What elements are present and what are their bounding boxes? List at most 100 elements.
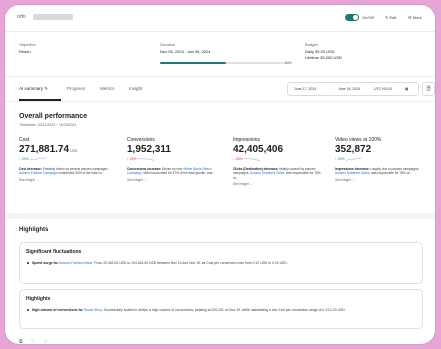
metric-value: 271,881.74USD bbox=[19, 144, 117, 155]
bullet-strong: Spend surge for bbox=[32, 261, 58, 265]
campaign-name-redacted bbox=[33, 14, 73, 20]
duration-value: Nov 05, 2024 - Jan 05, 2024 bbox=[160, 49, 211, 54]
budget-daily: Daily 35.00 USD bbox=[305, 49, 335, 54]
metric-description: Cost decrease: Primarily driven by sever… bbox=[19, 167, 111, 176]
more-button[interactable]: ☰ More bbox=[408, 15, 422, 20]
objective-block: Objective Reach bbox=[19, 42, 36, 54]
tab-metrics[interactable]: Metrics bbox=[100, 86, 115, 91]
card-bullet: High volume of conversions for 'Boost Sh… bbox=[27, 308, 412, 313]
sparkline-icon bbox=[29, 157, 46, 161]
timezone: UTC+00:00 bbox=[374, 87, 392, 91]
change-text: ↓ 24% bbox=[233, 157, 243, 161]
duration-progress-percent: 51% bbox=[285, 61, 293, 65]
date-separator: - bbox=[330, 87, 332, 91]
change-text: ↑ 24% bbox=[19, 157, 29, 161]
sparkline-icon bbox=[243, 157, 260, 161]
metric-change: ↑ 24% bbox=[19, 157, 117, 161]
campaign-link[interactable]: Autumn Fashion Campaign bbox=[19, 171, 58, 175]
copy-icon[interactable]: ⧉ bbox=[19, 339, 23, 344]
edit-button[interactable]: ✎ Edit bbox=[385, 15, 396, 20]
bullet-dot bbox=[27, 262, 29, 264]
see-insight-link[interactable]: See insight → bbox=[335, 178, 433, 182]
desc-tail: contributed 30% of the total co... bbox=[58, 171, 105, 176]
edit-label: Edit bbox=[389, 15, 397, 20]
toggle-label: On/Off bbox=[362, 15, 374, 20]
sparkline-icon bbox=[137, 157, 154, 161]
bullet-text: Successfully scaled to deliver a high vo… bbox=[103, 308, 346, 312]
campaign-link[interactable]: Autumn Sneakers Sales, bbox=[250, 171, 285, 175]
duration-progress-bar bbox=[160, 62, 290, 64]
date-end: June 18, 2024 bbox=[338, 87, 361, 91]
duration-block: Duration Nov 05, 2024 - Jan 05, 2024 bbox=[160, 42, 210, 54]
toggle-knob bbox=[353, 15, 358, 20]
desc-tail: was responsible for 78% of... bbox=[370, 171, 412, 176]
metric-change: ↓ 24% bbox=[233, 157, 331, 161]
tab-bar: AI summary ✎ Progress Metrics Insight Ju… bbox=[5, 77, 435, 102]
active-tab-indicator bbox=[19, 99, 61, 101]
see-insight-link[interactable]: See insight → bbox=[127, 178, 225, 182]
metric-impressions: Impressions 42,405,406 ↓ 24% Clicks (Des… bbox=[233, 137, 331, 186]
highlights-title: Highlights bbox=[19, 227, 49, 233]
desc-tail: which accounted for 37% of the total gro… bbox=[143, 171, 215, 176]
bullet-dot bbox=[27, 309, 29, 311]
export-icon[interactable]: 🗎 bbox=[422, 82, 435, 96]
budget-label: Budget bbox=[305, 42, 318, 47]
thumbs-up-icon[interactable]: ♡ bbox=[31, 339, 35, 344]
objective-value: Reach bbox=[19, 49, 31, 54]
metric-cost: Cost 271,881.74USD ↑ 24% Cost decrease: … bbox=[19, 137, 117, 182]
metric-unit: USD bbox=[70, 149, 78, 153]
metric-description: Conversions increase: Driven by new Wint… bbox=[127, 167, 219, 176]
metric-label: Conversions bbox=[127, 137, 155, 143]
change-text: ↓ 24% bbox=[127, 157, 137, 161]
budget-lifetime: Lifetime 35,000 USD bbox=[305, 55, 342, 60]
top-bar: orfo On/Off ✎ Edit ☰ More bbox=[5, 5, 435, 32]
bullet-strong: High volume of conversions for bbox=[32, 308, 83, 312]
see-insight-link[interactable]: See insight → bbox=[19, 178, 117, 182]
metric-value: 1,952,311 bbox=[127, 144, 171, 155]
performance-timeframe: Timeframe: 10/21/2024 ~ 11/03/2024 bbox=[19, 123, 77, 127]
metric-video-views: Video views at 100% 352,872 ↑ 24% Impres… bbox=[335, 137, 433, 182]
metric-description: Impressions decrease: Largely due to pau… bbox=[335, 167, 427, 176]
duration-label: Duration bbox=[160, 42, 176, 47]
see-insight-link[interactable]: See insight → bbox=[233, 182, 331, 186]
metric-change: ↑ 24% bbox=[335, 157, 433, 161]
metric-label: Cost bbox=[19, 137, 30, 143]
thumbs-down-icon[interactable]: ♢ bbox=[43, 339, 47, 344]
objective-label: Objective bbox=[19, 42, 36, 47]
campaign-link[interactable]: Autumn Fashion Wear: bbox=[59, 261, 94, 265]
duration-progress-fill bbox=[160, 62, 227, 64]
more-label: More bbox=[412, 15, 422, 20]
metric-description: Clicks (Destination) decrease: Mainly ca… bbox=[233, 167, 325, 180]
metric-change: ↓ 24% bbox=[127, 157, 225, 161]
card-title: Significant fluctuations bbox=[26, 249, 82, 255]
date-start: June 17, 2024 bbox=[294, 87, 317, 91]
metric-number: 271,881.74 bbox=[19, 144, 70, 155]
tab-insight[interactable]: Insight bbox=[129, 86, 142, 91]
app-window: orfo On/Off ✎ Edit ☰ More Objective Reac… bbox=[5, 5, 435, 344]
metric-label: Video views at 100% bbox=[335, 137, 382, 143]
campaign-info: Objective Reach Duration Nov 05, 2024 - … bbox=[5, 32, 435, 77]
metric-label: Impressions bbox=[233, 137, 260, 143]
metric-conversions: Conversions 1,952,311 ↓ 24% Conversions … bbox=[127, 137, 225, 182]
highlight-card-fluctuations: Significant fluctuations Spend surge for… bbox=[19, 242, 423, 284]
highlight-card-highlights: Highlights High volume of conversions fo… bbox=[19, 289, 423, 329]
sparkline-icon bbox=[345, 157, 362, 161]
change-text: ↑ 24% bbox=[335, 157, 345, 161]
section-divider bbox=[5, 213, 435, 219]
campaign-link[interactable]: Autumn Sneakers Sales, bbox=[335, 171, 370, 175]
tab-label: AI summary bbox=[19, 86, 44, 91]
budget-block: Budget Daily 35.00 USD Lifetime 35,000 U… bbox=[305, 42, 342, 60]
performance-title: Overall performance bbox=[19, 113, 88, 120]
campaign-link[interactable]: 'Boost Shop: bbox=[84, 308, 103, 312]
card-title: Highlights bbox=[26, 296, 51, 302]
date-range-picker[interactable]: June 17, 2024 - June 18, 2024 UTC+00:00 … bbox=[287, 82, 419, 96]
card-bullet: Spend surge for Autumn Fashion Wear: Fro… bbox=[27, 261, 412, 266]
calendar-icon: ▦ bbox=[405, 87, 409, 91]
on-off-toggle[interactable] bbox=[345, 14, 359, 21]
metric-value: 352,872 bbox=[335, 144, 372, 155]
tab-progress[interactable]: Progress bbox=[67, 86, 85, 91]
metric-value: 42,405,406 bbox=[233, 144, 284, 155]
tab-ai-summary[interactable]: AI summary ✎ bbox=[19, 86, 48, 92]
bullet-text: From 20,432.00 USD to 104,624.00 USD bet… bbox=[94, 261, 288, 265]
edit-pencil-icon: ✎ bbox=[44, 86, 49, 91]
